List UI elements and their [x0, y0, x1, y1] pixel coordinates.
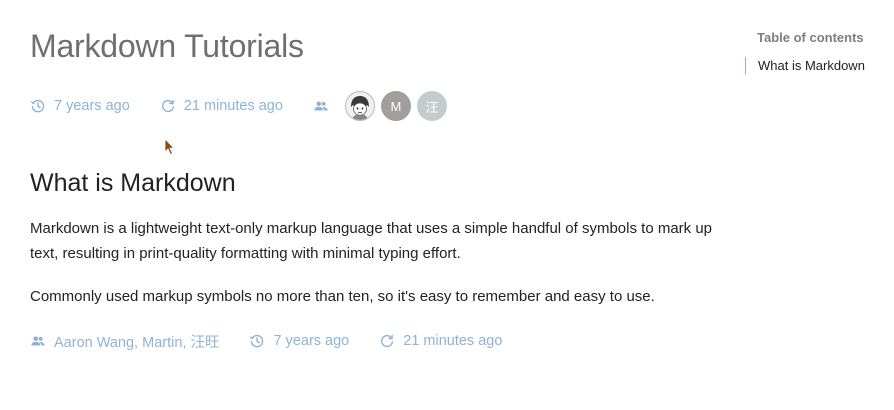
page-title: Markdown Tutorials	[30, 28, 304, 64]
updated-time-label: 21 minutes ago	[183, 98, 283, 114]
paragraph: Commonly used markup symbols no more tha…	[30, 288, 655, 305]
article-meta-bottom: Aaron Wang, Martin, 汪旺 7 years ago 21 mi…	[30, 331, 532, 351]
people-icon	[30, 333, 46, 349]
refresh-icon	[379, 333, 395, 349]
history-icon	[249, 333, 265, 349]
toc-item-what-is-markdown[interactable]: What is Markdown	[745, 57, 890, 75]
authors[interactable]: Aaron Wang, Martin, 汪旺	[30, 331, 219, 352]
contributors	[313, 98, 337, 114]
history-icon	[30, 98, 46, 114]
refresh-icon	[160, 98, 176, 114]
table-of-contents: Table of contents What is Markdown	[745, 30, 890, 75]
toc-title: Table of contents	[757, 30, 864, 45]
created-time[interactable]: 7 years ago	[249, 333, 349, 349]
contributor-avatars: M 汪	[344, 91, 453, 121]
updated-time-label: 21 minutes ago	[403, 333, 503, 349]
people-icon	[313, 98, 329, 114]
avatar-initial[interactable]: M	[380, 91, 411, 121]
paragraph: Markdown is a lightweight text-only mark…	[30, 220, 713, 262]
authors-label: Aaron Wang, Martin, 汪旺	[54, 334, 220, 351]
avatar-initial[interactable]: 汪	[416, 91, 447, 121]
mouse-pointer-icon	[164, 138, 175, 156]
created-time[interactable]: 7 years ago	[30, 98, 130, 114]
created-time-label: 7 years ago	[273, 333, 350, 349]
avatar-letter: 汪	[425, 99, 439, 115]
created-time-label: 7 years ago	[54, 98, 130, 114]
article-meta-top: 7 years ago 21 minutes ago M 汪	[30, 91, 453, 121]
avatar-illustration[interactable]	[344, 91, 375, 121]
updated-time[interactable]: 21 minutes ago	[379, 333, 502, 349]
avatar-letter: M	[390, 98, 402, 114]
updated-time[interactable]: 21 minutes ago	[160, 98, 283, 114]
section-heading: What is Markdown	[30, 169, 236, 197]
